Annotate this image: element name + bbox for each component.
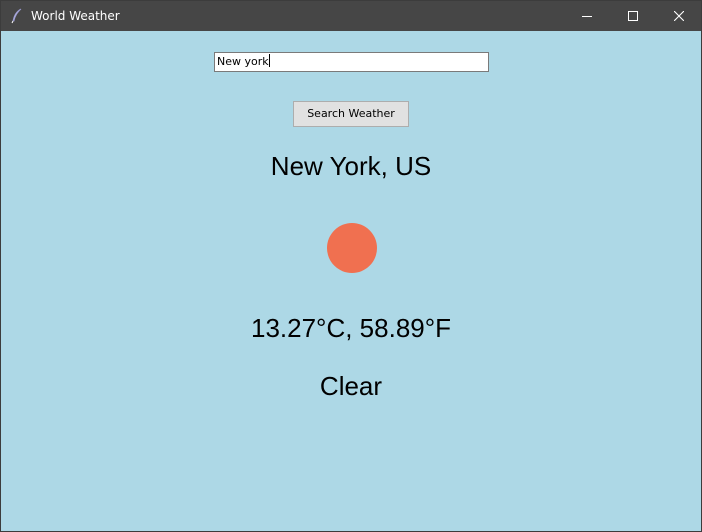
close-icon bbox=[674, 11, 684, 21]
condition-label: Clear bbox=[319, 371, 383, 401]
minimize-icon bbox=[582, 16, 592, 17]
maximize-button[interactable] bbox=[610, 1, 656, 31]
feather-icon bbox=[10, 8, 24, 24]
city-input[interactable]: New york bbox=[214, 52, 489, 72]
sun-icon bbox=[327, 223, 377, 273]
title-bar[interactable]: World Weather bbox=[1, 1, 701, 31]
text-caret bbox=[268, 54, 270, 67]
city-input-value: New york bbox=[217, 55, 269, 68]
app-window: World Weather New york Search Weather Ne… bbox=[0, 0, 702, 532]
close-button[interactable] bbox=[656, 1, 702, 31]
main-panel: New york Search Weather New York, US 13.… bbox=[1, 31, 701, 531]
minimize-button[interactable] bbox=[564, 1, 610, 31]
maximize-icon bbox=[628, 11, 638, 21]
window-title: World Weather bbox=[31, 9, 120, 23]
temperature-label: 13.27°C, 58.89°F bbox=[250, 313, 452, 343]
location-label: New York, US bbox=[270, 151, 432, 181]
search-weather-button[interactable]: Search Weather bbox=[293, 101, 409, 127]
